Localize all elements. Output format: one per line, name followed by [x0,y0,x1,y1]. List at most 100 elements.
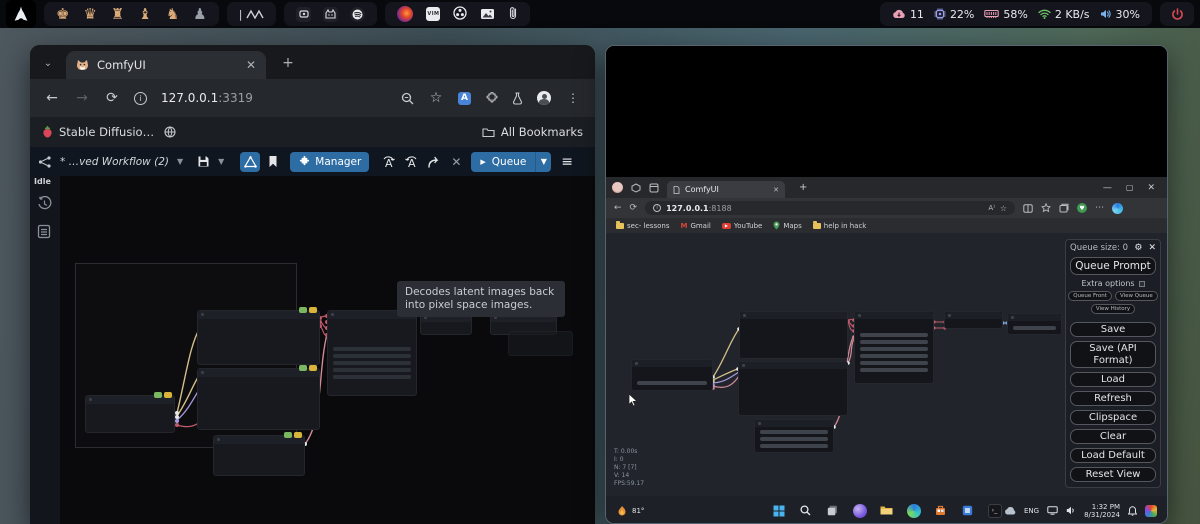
taskbar-search-icon[interactable] [799,504,813,518]
minimize-icon[interactable]: — [1103,183,1112,193]
bookmark-youtube[interactable]: ▶ YouTube [721,222,762,230]
paperclip-icon[interactable] [508,5,518,24]
refresh-button[interactable]: Refresh [1070,391,1156,406]
bookmark-sec-lessons[interactable]: sec- lessons [616,220,669,230]
tray-speaker-icon[interactable] [1066,506,1076,515]
forward-icon[interactable]: → [74,90,90,106]
back-icon[interactable]: ← [44,90,60,106]
flame-app-icon[interactable] [397,6,414,22]
tab-search-button[interactable]: ⌄ [36,51,60,75]
panel-close-icon[interactable]: ✕ [1148,243,1156,253]
workflow-name[interactable]: * …ved Workflow (2) [60,156,169,168]
task-view-icon[interactable] [826,504,840,518]
share-arrow-icon[interactable] [427,156,441,168]
workflow-node[interactable] [197,307,320,365]
close-icon[interactable]: ✕ [1147,183,1155,193]
zoom-icon[interactable] [401,92,414,105]
cat-app-icon[interactable] [323,6,339,22]
arch-launcher-button[interactable] [6,0,36,28]
workflow-node[interactable] [197,365,320,430]
notification-bell-icon[interactable] [1128,505,1137,516]
address-bar[interactable]: 127.0.0.1:3319 [161,91,253,105]
onedrive-icon[interactable] [1004,506,1016,515]
workflow-node[interactable] [854,311,934,384]
edge-profile-avatar[interactable] [612,182,623,193]
file-explorer-icon[interactable] [880,504,894,518]
spotify-icon[interactable] [350,6,366,22]
split-screen-icon[interactable] [1023,203,1033,213]
edge-menu-icon[interactable]: ⋯ [1095,203,1104,213]
power-button[interactable] [1160,2,1194,26]
blue-app-icon[interactable] [961,504,975,518]
edge-favorite-star-icon[interactable]: ☆ [1000,204,1007,213]
volume-stat[interactable]: 30% [1100,8,1140,21]
save-button[interactable]: Save [1070,322,1156,337]
all-bookmarks[interactable]: All Bookmarks [482,125,583,139]
load-default-button[interactable]: Load Default [1070,448,1156,463]
bookmark-star-icon[interactable]: ☆ [428,90,444,106]
read-aloud-icon[interactable]: A⁾ [988,204,995,212]
workspaces-icon[interactable] [631,182,641,193]
queue-prompt-button[interactable]: Queue Prompt [1070,257,1156,275]
edge-taskbar-icon[interactable] [906,503,921,518]
obs-icon[interactable] [453,5,468,24]
queue-front-button[interactable]: Queue Front [1068,291,1112,301]
bookmark-stable-diffusion[interactable]: Stable Diffusio… [42,125,154,139]
workflow-node[interactable] [739,311,848,359]
view-queue-button[interactable]: View Queue [1114,291,1158,301]
waveform-icon[interactable] [246,8,265,20]
hamburger-menu-icon[interactable]: ≡ [561,154,573,170]
new-tab-button[interactable]: + [276,51,300,75]
workflow-node[interactable] [944,311,1003,329]
save-chevron-icon[interactable]: ▼ [218,157,224,166]
load-button[interactable]: Load [1070,372,1156,387]
tab-actions-icon[interactable] [649,183,659,193]
extra-options-checkbox[interactable] [1138,280,1145,287]
clear-x-icon[interactable]: ✕ [451,155,461,169]
share-a-icon[interactable]: A [381,155,396,169]
store-app-icon[interactable] [933,503,948,518]
canvas-toggle-button[interactable] [240,151,261,172]
flask-icon[interactable] [512,91,523,105]
copilot-icon[interactable] [1112,202,1124,214]
start-button[interactable] [772,504,786,518]
bookmark-maps[interactable]: Maps [773,221,802,230]
browser-essentials-icon[interactable]: ♥ [1077,203,1088,213]
globe-bookmark-icon[interactable] [164,126,176,138]
comfyui-canvas-right[interactable]: T: 0.00s I: 0 N: 7 [7] V: 14 FPS:59.17 Q… [606,233,1167,496]
maximize-icon[interactable]: ▢ [1126,183,1134,193]
chess-pawn-icon[interactable]: ♟ [193,6,206,22]
workflow-node[interactable] [631,359,713,391]
workflow-node[interactable] [738,361,848,416]
image-viewer-icon[interactable] [480,5,495,24]
workflow-node[interactable] [1007,313,1062,335]
workflow-node[interactable] [85,392,175,433]
collections-icon[interactable] [1059,203,1069,213]
queue-dropdown[interactable]: ▼ [535,151,552,172]
history-icon[interactable] [37,195,52,215]
save-api-button[interactable]: Save (API Format) [1070,341,1156,368]
view-history-button[interactable]: View History [1090,304,1136,314]
chess-rook-icon[interactable]: ♜ [111,6,124,22]
workflow-node[interactable] [213,432,305,476]
workflow-node[interactable] [327,310,417,396]
workflow-share-icon[interactable] [38,155,52,168]
workflow-node[interactable] [508,331,573,356]
translate-icon[interactable]: A [458,91,471,105]
display-icon[interactable] [1047,506,1058,515]
extensions-icon[interactable] [485,91,498,105]
reset-view-button[interactable]: Reset View [1070,467,1156,482]
copilot-taskbar-icon[interactable] [852,503,867,518]
edge-address-bar[interactable]: i 127.0.0.1:8188 A⁾ ☆ [645,201,1016,215]
white-app-icon[interactable]: VIM [426,7,441,21]
edge-tab-close-icon[interactable]: ✕ [773,186,779,194]
notifications-stat[interactable]: 11 [892,8,924,21]
terminal-icon[interactable]: ›_ [987,503,1002,518]
share-a2-icon[interactable]: A [404,155,419,169]
chess-king-icon[interactable]: ♚ [56,6,69,22]
network-stat[interactable]: 2 KB/s [1038,8,1090,21]
edge-reload-icon[interactable]: ⟳ [630,203,638,213]
reload-icon[interactable]: ⟳ [104,90,120,106]
tab-comfyui[interactable]: ComfyUI ✕ [66,51,266,79]
bookmark-help-in-hack[interactable]: help in hack [812,220,866,230]
